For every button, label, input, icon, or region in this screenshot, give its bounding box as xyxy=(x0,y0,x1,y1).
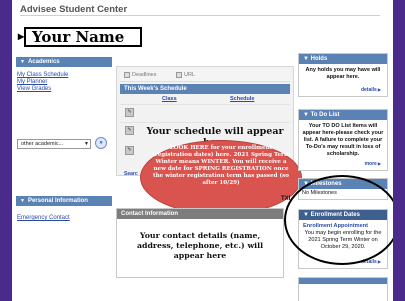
sidebar-next-box xyxy=(298,277,388,301)
academics-header[interactable]: ▼ Academics xyxy=(16,57,112,67)
sidebar-next-header xyxy=(299,278,387,284)
view-grades-link[interactable]: View Grades xyxy=(17,86,51,93)
holds-details-link[interactable]: details xyxy=(361,87,381,93)
tab-deadlines-label: Deadlines xyxy=(132,72,157,78)
edit-icon[interactable] xyxy=(125,126,134,135)
contact-info-header: Contact Information xyxy=(117,209,283,219)
collapse-caret-icon: ▼ xyxy=(303,112,309,118)
todo-header-label: To Do List xyxy=(310,112,340,118)
url-icon xyxy=(176,71,182,78)
my-planner-link[interactable]: My Planner xyxy=(17,79,47,86)
title-divider xyxy=(20,15,380,16)
contact-placeholder: Your contact details (name, address, tel… xyxy=(136,231,264,260)
academics-header-label: Academics xyxy=(27,59,60,65)
enrollment-callout-text: LOOK HERE for your enrollment (registrat… xyxy=(152,145,290,186)
tab-deadlines[interactable]: Deadlines xyxy=(124,71,156,79)
tab-url-label: URL xyxy=(184,72,196,78)
deadlines-icon xyxy=(124,71,130,78)
chevron-down-icon: ▼ xyxy=(84,141,89,147)
select-value: other academic... xyxy=(21,141,64,147)
emergency-contact-link[interactable]: Emergency Contact xyxy=(17,215,70,222)
go-button[interactable]: » xyxy=(95,137,107,149)
student-center-page: Advisee Student Center ▸ Your Name ▼ Acad… xyxy=(12,0,393,301)
other-academic-select[interactable]: other academic... ▼ xyxy=(17,139,91,149)
collapse-caret-icon: ▼ xyxy=(20,59,25,65)
student-name: Your Name xyxy=(24,27,142,47)
edit-icon[interactable] xyxy=(125,108,134,117)
class-column-header[interactable]: Class xyxy=(162,96,177,102)
schedule-column-header[interactable]: Schedule xyxy=(230,96,254,102)
todo-box: ▼ To Do List Your TO DO List Items will … xyxy=(298,109,388,171)
holds-header-label: Holds xyxy=(310,56,328,62)
edit-icon[interactable] xyxy=(125,146,134,155)
contact-info-box: Contact Information Your contact details… xyxy=(116,208,284,278)
schedule-tabs: Deadlines URL xyxy=(120,69,290,82)
page-title: Advisee Student Center xyxy=(20,4,128,15)
tab-url[interactable]: URL xyxy=(176,71,195,79)
collapse-caret-icon: ▼ xyxy=(303,56,309,62)
todo-header: ▼ To Do List xyxy=(299,110,387,120)
todo-text: Your TO DO List Items will appear here-p… xyxy=(302,123,384,157)
personal-info-header-label: Personal Information xyxy=(27,198,88,204)
holds-box: ▼ Holds Any holds you may have will appe… xyxy=(298,53,388,97)
schedule-header: This Week's Schedule xyxy=(120,84,290,94)
row-divider xyxy=(120,122,290,123)
search-link[interactable]: Searc xyxy=(124,171,138,177)
personal-info-header[interactable]: ▼ Personal Information xyxy=(16,196,112,206)
my-class-schedule-link[interactable]: My Class Schedule xyxy=(17,72,68,79)
enrollment-highlight-circle xyxy=(284,175,393,265)
row-divider xyxy=(120,104,290,105)
collapse-caret-icon: ▼ xyxy=(20,198,25,204)
todo-more-link[interactable]: more xyxy=(365,161,381,167)
holds-text: Any holds you may have will appear here. xyxy=(305,67,381,80)
holds-header: ▼ Holds xyxy=(299,54,387,64)
